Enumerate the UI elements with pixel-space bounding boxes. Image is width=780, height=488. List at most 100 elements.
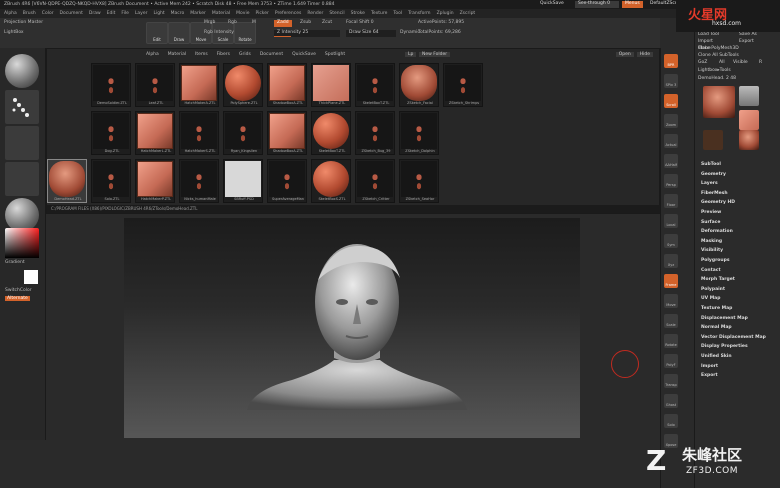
lightbox-tab-document[interactable]: Document — [259, 52, 284, 57]
subpalette-export[interactable]: Export — [701, 373, 718, 378]
tool-thumbnail[interactable]: HatchMakerL.ZTL — [135, 111, 175, 155]
tool-thumbnail[interactable]: Leaf.ZTL — [135, 63, 175, 107]
menu-movie[interactable]: Movie — [236, 11, 249, 16]
menu-light[interactable]: Light — [153, 11, 164, 16]
tool-thumbnail[interactable]: SBRuff.PSD — [223, 159, 263, 203]
all-button[interactable]: All — [719, 60, 725, 65]
subpalette-fibermesh[interactable]: FiberMesh — [701, 191, 728, 196]
subpalette-surface[interactable]: Surface — [701, 220, 720, 225]
menu-stroke[interactable]: Stroke — [351, 11, 365, 16]
rgb-button[interactable]: Rgb — [228, 20, 237, 25]
lightbox-tab-material[interactable]: Material — [167, 52, 187, 57]
menu-draw[interactable]: Draw — [89, 11, 101, 16]
brush-preview[interactable] — [5, 54, 39, 88]
lightbox-tab-spotlight[interactable]: Spotlight — [324, 52, 346, 57]
tool-thumbnail[interactable]: ShadowBoxA.ZTL — [267, 63, 307, 107]
goz-button[interactable]: GoZ — [698, 60, 707, 65]
lightbox-tools-button[interactable]: Lightbox▸Tools — [698, 68, 731, 73]
subpalette-unified-skin[interactable]: Unified Skin — [701, 354, 732, 359]
tool-thumb-simplebrush[interactable] — [703, 130, 723, 150]
z-intensity-slider[interactable]: Z Intensity 25 — [274, 30, 340, 37]
view-button-aahalf[interactable]: AAHalf — [664, 154, 678, 168]
demo-head-bust[interactable] — [242, 240, 472, 415]
new-folder-button[interactable]: New Folder — [419, 52, 451, 57]
view-button-rotate[interactable]: Rotate — [664, 334, 678, 348]
menu-transform[interactable]: Transform — [408, 11, 430, 16]
document-canvas[interactable] — [124, 218, 580, 438]
material-preview[interactable] — [5, 198, 39, 232]
tool-thumbnail[interactable]: HatchMakerA.ZTL — [179, 63, 219, 107]
menu-document[interactable]: Document — [60, 11, 83, 16]
subpalette-uv-map[interactable]: UV Map — [701, 296, 720, 301]
tool-thumbnail[interactable]: Dog.ZTL — [91, 111, 131, 155]
tool-thumbnail[interactable]: Ryan_Kingslien — [223, 111, 263, 155]
subpalette-layers[interactable]: Layers — [701, 181, 718, 186]
menu-preferences[interactable]: Preferences — [275, 11, 301, 16]
menu-layer[interactable]: Layer — [135, 11, 148, 16]
zsub-button[interactable]: Zsub — [300, 20, 311, 25]
subpalette-deformation[interactable]: Deformation — [701, 229, 733, 234]
dynamic-button[interactable]: Dynamic — [400, 30, 420, 35]
tool-thumbnail[interactable]: ZSketch_Dolphin — [399, 111, 439, 155]
view-button-scroll[interactable]: Scroll — [664, 94, 678, 108]
view-button-spix-3[interactable]: SPix 3 — [664, 74, 678, 88]
load-tool-button[interactable]: Load Tool — [698, 32, 719, 37]
subpalette-import[interactable]: Import — [701, 364, 718, 369]
view-button-persp[interactable]: Persp — [664, 174, 678, 188]
tool-thumbnail[interactable]: DemoSoldier.ZTL — [91, 63, 131, 107]
subpalette-visibility[interactable]: Visibility — [701, 248, 723, 253]
tool-thumbnail[interactable]: ZSketch_SeaHor — [399, 159, 439, 203]
popup-open-button[interactable]: Open — [615, 52, 634, 57]
subpalette-masking[interactable]: Masking — [701, 239, 722, 244]
subpalette-contact[interactable]: Contact — [701, 268, 721, 273]
subpalette-display-properties[interactable]: Display Properties — [701, 344, 748, 349]
menu-zscript[interactable]: Zscript — [460, 11, 476, 16]
alternate-button[interactable]: Alternate — [5, 296, 30, 301]
view-button-sym[interactable]: Sym — [664, 234, 678, 248]
view-button-zoom[interactable]: Zoom — [664, 114, 678, 128]
subpalette-displacement-map[interactable]: Displacement Map — [701, 316, 748, 321]
rotate-button[interactable]: Rotate — [234, 22, 256, 44]
menu-texture[interactable]: Texture — [371, 11, 387, 16]
tool-thumbnail[interactable]: ZSketch_Bug_39 — [355, 111, 395, 155]
subpalette-preview[interactable]: Preview — [701, 210, 721, 215]
tool-thumb-demohead-2[interactable] — [739, 130, 759, 150]
view-button-solo[interactable]: Solo — [664, 414, 678, 428]
lightbox-tab-quicksave[interactable]: QuickSave — [291, 52, 317, 57]
tool-thumbnail[interactable]: PolySphere.ZTL — [223, 63, 263, 107]
subpalette-polypaint[interactable]: Polypaint — [701, 287, 725, 292]
import-button[interactable]: Import — [698, 39, 713, 44]
tool-thumbnail[interactable]: SkeletBoxT.ZTL — [311, 111, 351, 155]
menu-picker[interactable]: Picker — [255, 11, 268, 16]
tool-thumbnail[interactable]: SkeletBoxT.ZTL — [355, 63, 395, 107]
projection-master-button[interactable]: Projection Master — [4, 20, 43, 25]
draw-button[interactable]: Draw — [168, 22, 190, 44]
subpalette-subtool[interactable]: SubTool — [701, 162, 721, 167]
lightbox-tab-alpha[interactable]: Alpha — [145, 52, 160, 57]
subpalette-geometry[interactable]: Geometry — [701, 172, 726, 177]
subpalette-normal-map[interactable]: Normal Map — [701, 325, 732, 330]
stroke-preview[interactable] — [5, 90, 39, 124]
quicksave-button[interactable]: QuickSave — [540, 1, 564, 6]
menu-edit[interactable]: Edit — [107, 11, 116, 16]
make-polymesh3d-button[interactable]: Make PolyMesh3D — [698, 46, 739, 51]
menu-alpha[interactable]: Alpha — [4, 11, 17, 16]
gradient-label[interactable]: Gradient — [5, 260, 25, 265]
subpalette-vector-displacement-map[interactable]: Vector Displacement Map — [701, 335, 766, 340]
tool-thumbnail[interactable]: ZSketch_Shrimps — [443, 63, 483, 107]
view-button-transp[interactable]: Transp — [664, 374, 678, 388]
subpalette-polygroups[interactable]: Polygroups — [701, 258, 730, 263]
subpalette-morph-target[interactable]: Morph Target — [701, 277, 735, 282]
tool-thumb-polymesh3d[interactable] — [739, 110, 759, 130]
menu-brush[interactable]: Brush — [23, 11, 36, 16]
rgb-intensity-slider[interactable]: Rgb Intensity — [204, 30, 234, 35]
view-button-bpr[interactable]: BPR — [664, 54, 678, 68]
tool-thumbnail[interactable]: HatchMakerS.ZTL — [179, 111, 219, 155]
tool-thumbnail[interactable]: SkeletBoxS.ZTL — [311, 159, 351, 203]
secondary-color-swatch[interactable] — [24, 270, 38, 284]
visible-button[interactable]: Visible — [733, 60, 748, 65]
menu-file[interactable]: File — [121, 11, 129, 16]
lightbox-tab-grids[interactable]: Grids — [238, 52, 252, 57]
view-button-ghost[interactable]: Ghost — [664, 394, 678, 408]
menu-tool[interactable]: Tool — [393, 11, 402, 16]
